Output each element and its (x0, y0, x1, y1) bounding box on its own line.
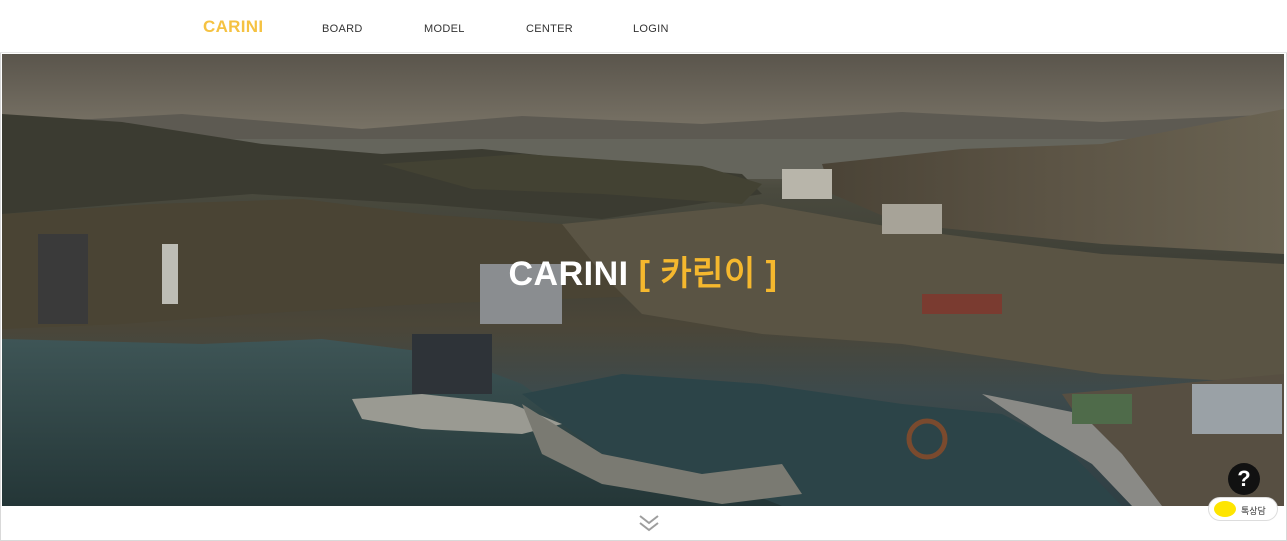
hero-brand-text: CARINI (508, 255, 629, 293)
kakao-chat-button[interactable]: 톡상담 (1208, 497, 1278, 521)
help-button[interactable]: ? (1228, 463, 1260, 495)
kakao-chat-icon (1214, 501, 1236, 517)
nav-model[interactable]: MODEL (424, 23, 465, 35)
double-chevron-down-icon[interactable] (637, 513, 661, 533)
chat-button-label: 톡상담 (1241, 506, 1266, 516)
nav-login[interactable]: LOGIN (633, 23, 669, 35)
site-logo[interactable]: CARINI (203, 17, 263, 37)
nav-board[interactable]: BOARD (322, 23, 363, 35)
hero-title: CARINI[ 카린이 ] (2, 246, 1284, 295)
top-navigation-bar: CARINI BOARD MODEL CENTER LOGIN (0, 0, 1287, 53)
question-icon: ? (1237, 466, 1251, 491)
nav-center[interactable]: CENTER (526, 23, 573, 35)
hero-korean-tag: [ 카린이 ] (638, 255, 778, 293)
hero-banner: CARINI[ 카린이 ] (2, 54, 1284, 506)
